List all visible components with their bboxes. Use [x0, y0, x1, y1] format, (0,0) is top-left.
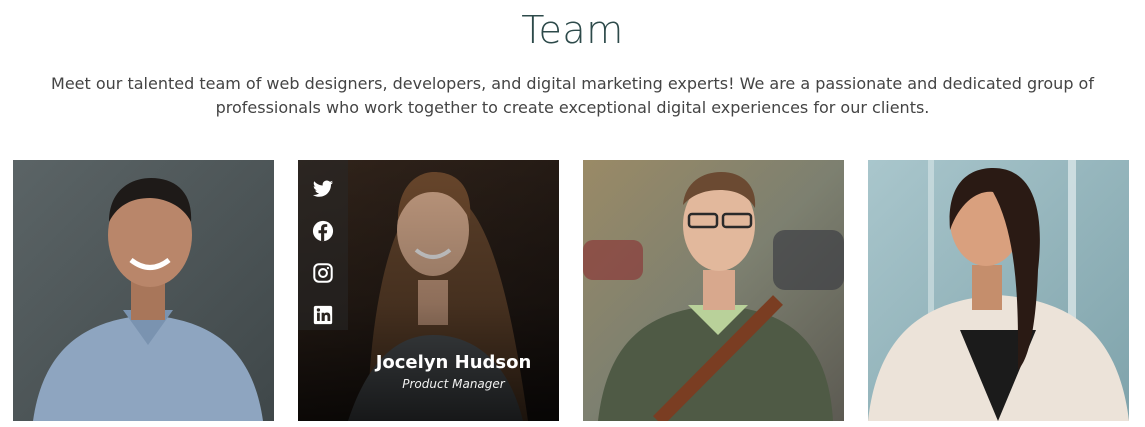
instagram-icon[interactable]: [312, 262, 334, 284]
member-name: Jocelyn Hudson: [375, 352, 532, 373]
team-member-card[interactable]: [13, 160, 274, 421]
facebook-icon[interactable]: [312, 220, 334, 242]
team-member-card[interactable]: Jocelyn Hudson Product Manager: [298, 160, 559, 421]
team-member-photo: [583, 160, 844, 421]
team-section: Team Meet our talented team of web desig…: [0, 0, 1145, 427]
section-intro: Meet our talented team of web designers,…: [51, 74, 1094, 117]
linkedin-icon[interactable]: [312, 304, 334, 326]
team-member-card[interactable]: [868, 160, 1129, 421]
social-links: [298, 160, 348, 330]
team-member-photo: [868, 160, 1129, 421]
member-role: Product Manager: [402, 377, 505, 391]
member-info: Jocelyn Hudson Product Manager: [348, 352, 559, 391]
twitter-icon[interactable]: [312, 178, 334, 200]
team-member-photo: [13, 160, 274, 421]
team-member-card[interactable]: [583, 160, 844, 421]
section-title: Team: [521, 8, 624, 52]
